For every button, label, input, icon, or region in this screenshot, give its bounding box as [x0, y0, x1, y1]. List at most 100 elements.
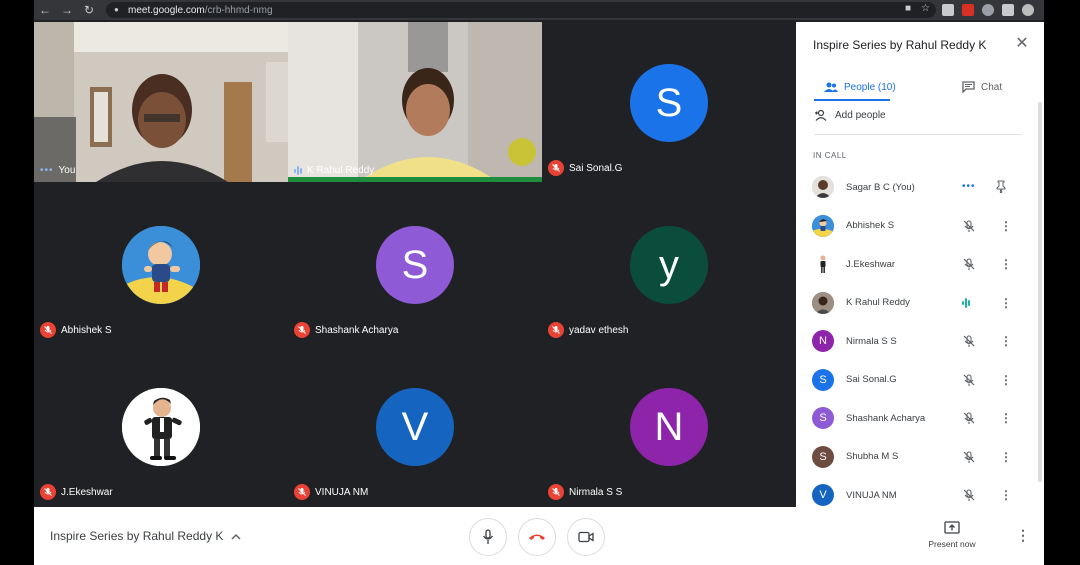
address-bar[interactable]: ● meet.google.com/crb-hhmd-nmg ■ ☆ [106, 2, 936, 18]
divider [814, 134, 1022, 135]
tab-people[interactable]: People (10) [824, 72, 896, 102]
participant-avatar: N [812, 330, 834, 352]
hang-up-icon [529, 534, 545, 540]
mic-off-icon [548, 160, 564, 176]
participant-avatar [812, 253, 834, 275]
present-now-button[interactable]: Present now [924, 521, 980, 549]
close-icon[interactable]: ✕ [1014, 36, 1030, 52]
video-tile-yadav-ethesh[interactable]: y yadav ethesh [542, 184, 796, 344]
add-person-icon [815, 110, 827, 121]
tile-label: Nirmala S S [548, 484, 622, 500]
active-tab-indicator [814, 99, 890, 101]
browser-window: ← → ↻ ● meet.google.com/crb-hhmd-nmg ■ ☆… [34, 0, 1044, 565]
mic-off-icon [963, 373, 975, 386]
video-tile-nirmala-s-s[interactable]: N Nirmala S S [542, 346, 796, 506]
add-people-label: Add people [835, 110, 886, 121]
mic-off-icon [40, 322, 56, 338]
avatar: y [630, 226, 708, 304]
participant-name: Shashank Acharya [846, 412, 926, 424]
more-options-icon[interactable]: ⋮ [1000, 257, 1012, 271]
chat-icon [962, 81, 975, 93]
participant-row[interactable]: S Sai Sonal.G ⋮ [796, 361, 1044, 399]
people-icon [824, 82, 838, 92]
participant-row[interactable]: N Nirmala S S ⋮ [796, 322, 1044, 360]
add-people-button[interactable]: Add people [814, 110, 886, 121]
tile-name-text: Nirmala S S [569, 486, 623, 498]
more-options-icon[interactable]: ⋮ [1000, 411, 1012, 425]
pin-icon[interactable] [996, 180, 1006, 194]
participant-row[interactable]: S Shubha M S ⋮ [796, 438, 1044, 476]
participant-avatar: S [812, 368, 834, 391]
panel-title: Inspire Series by Rahul Reddy K [813, 38, 987, 52]
screen: ← → ↻ ● meet.google.com/crb-hhmd-nmg ■ ☆… [0, 0, 1080, 565]
avatar: S [630, 64, 708, 142]
video-tile-abhishek-s[interactable]: Abhishek S [34, 184, 288, 344]
microphone-button[interactable] [469, 518, 507, 556]
present-screen-icon [944, 521, 960, 534]
circle-extension-icon[interactable] [982, 4, 994, 16]
more-options-icon[interactable]: ⋮ [1000, 296, 1012, 310]
chrome-menu-icon[interactable]: ⋮ [1042, 4, 1044, 16]
tile-name-text: Sai Sonal.G [569, 162, 623, 174]
puzzle-icon[interactable] [1002, 4, 1014, 16]
mic-off-icon [963, 412, 975, 424]
extensions: ⋮ [942, 2, 1044, 18]
mic-off-icon [548, 322, 564, 338]
participant-avatar [812, 291, 834, 314]
participant-avatar [812, 176, 834, 198]
tile-label: yadav ethesh [548, 322, 629, 338]
meeting-details-button[interactable]: Inspire Series by Rahul Reddy K [50, 529, 241, 543]
mic-off-icon [294, 484, 310, 500]
participant-row[interactable]: J.Ekeshwar ⋮ [796, 245, 1044, 283]
meeting-title: Inspire Series by Rahul Reddy K [50, 529, 224, 543]
url-path: /crb-hhmd-nmg [204, 4, 273, 16]
tile-name-text: K Rahul Reddy [307, 165, 375, 176]
more-options-icon[interactable]: ⋮ [1000, 488, 1012, 502]
camera-status-icon[interactable]: ■ [905, 3, 911, 14]
speaking-indicator-icon [962, 296, 976, 310]
participant-name: Nirmala S S [846, 335, 897, 347]
mic-off-icon [40, 484, 56, 500]
avatar: N [630, 388, 708, 466]
more-options-icon[interactable]: ⋮ [1000, 450, 1012, 464]
video-tile-vinuja-nm[interactable]: V VINUJA NM [288, 346, 542, 506]
participant-name: Shubha M S [846, 451, 899, 462]
video-tile-shashank-acharya[interactable]: S Shashank Acharya [288, 184, 542, 344]
back-icon[interactable]: ← [34, 0, 56, 20]
bookmark-star-icon[interactable]: ☆ [921, 3, 930, 14]
panel-scrollbar[interactable] [1038, 102, 1042, 482]
more-dots-icon: ••• [962, 181, 976, 192]
participant-name: VINUJA NM [846, 489, 897, 501]
more-options-icon[interactable]: ⋮ [1000, 373, 1012, 387]
video-tile-k-rahul-reddy[interactable]: K Rahul Reddy [288, 22, 542, 182]
participant-name: Sai Sonal.G [846, 374, 897, 385]
chevron-up-icon [231, 533, 241, 540]
mic-off-icon [963, 450, 975, 463]
camera-button[interactable] [567, 518, 605, 556]
participant-avatar [812, 214, 834, 237]
tab-people-label: People (10) [844, 81, 896, 93]
tile-name-text: yadav ethesh [569, 324, 629, 336]
profile-avatar[interactable] [1022, 4, 1034, 16]
more-options-icon[interactable]: ⋮ [1016, 527, 1030, 544]
shield-extension-icon[interactable] [962, 4, 974, 16]
more-options-icon[interactable]: ⋮ [1000, 219, 1012, 233]
participant-row[interactable]: Abhishek S ⋮ [796, 207, 1044, 245]
more-options-icon[interactable]: ⋮ [1000, 334, 1012, 348]
mic-off-icon [963, 219, 975, 232]
video-tile-you[interactable]: ••• You [34, 22, 288, 182]
participant-row[interactable]: Sagar B C (You) ••• [796, 168, 1044, 206]
leave-call-button[interactable] [518, 518, 556, 556]
participant-row[interactable]: S Shashank Acharya ⋮ [796, 399, 1044, 437]
speaking-indicator-icon [294, 166, 302, 176]
forward-icon[interactable]: → [56, 0, 78, 20]
extension-icon[interactable] [942, 4, 954, 16]
participant-row[interactable]: K Rahul Reddy ⋮ [796, 284, 1044, 322]
tile-name-text: You [58, 165, 76, 176]
video-tile-sai-sonal[interactable]: S Sai Sonal.G [542, 22, 796, 182]
tab-chat[interactable]: Chat [962, 72, 1002, 102]
tile-label: J.Ekeshwar [40, 484, 113, 500]
tile-label: VINUJA NM [294, 484, 368, 500]
reload-icon[interactable]: ↻ [78, 0, 100, 20]
video-tile-j-ekeshwar[interactable]: J.Ekeshwar [34, 346, 288, 506]
